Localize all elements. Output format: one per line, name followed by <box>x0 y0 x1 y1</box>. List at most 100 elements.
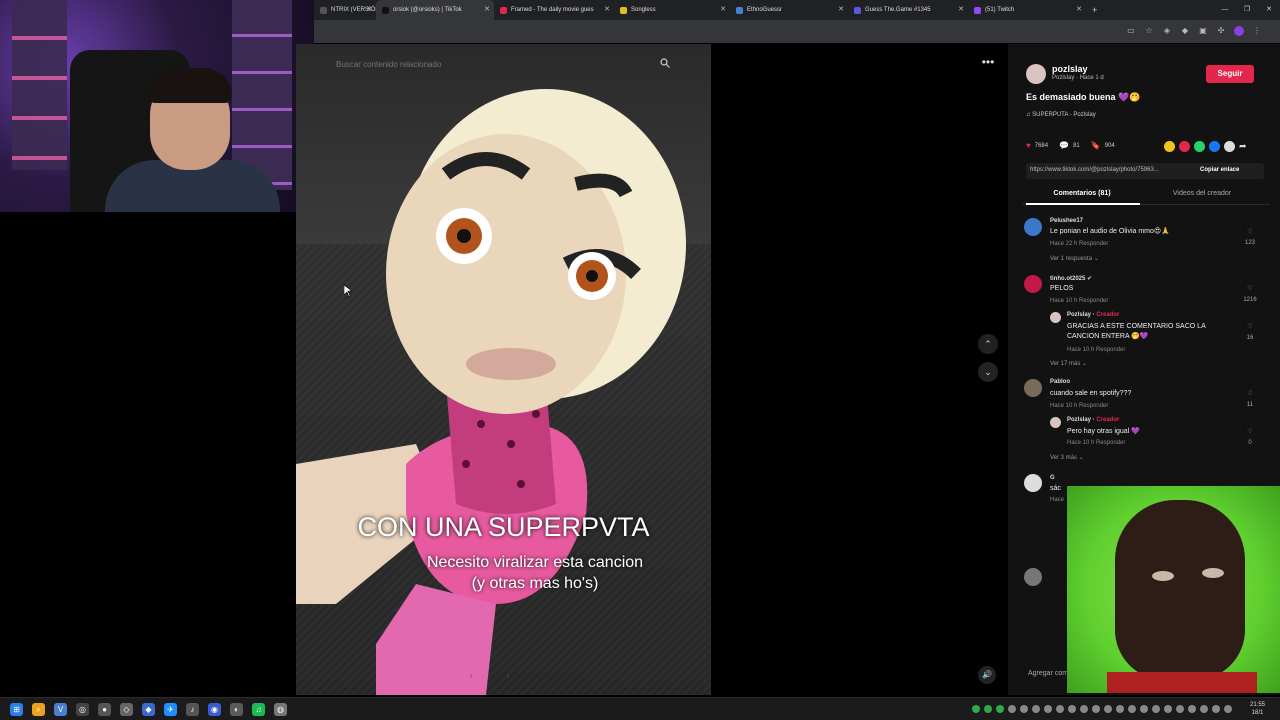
reply-avatar[interactable] <box>1050 312 1061 323</box>
system-tray-icon[interactable] <box>1224 705 1232 713</box>
taskbar-app-icon[interactable]: ◍ <box>274 703 287 716</box>
system-tray-icon[interactable] <box>1116 705 1124 713</box>
system-tray-icon[interactable] <box>1200 705 1208 713</box>
reply-avatar[interactable] <box>1050 417 1061 428</box>
comment-avatar[interactable] <box>1024 379 1042 397</box>
start-menu-icon[interactable]: ⊞ <box>10 703 23 716</box>
taskbar-app-icon[interactable]: ◐ <box>230 703 243 716</box>
extension-icon[interactable]: ◆ <box>1180 26 1190 36</box>
system-tray-icon[interactable] <box>1032 705 1040 713</box>
heart-icon[interactable]: ♡ <box>1242 285 1258 292</box>
extension-icon[interactable]: ◈ <box>1162 26 1172 36</box>
heart-icon[interactable]: ♡ <box>1242 323 1258 330</box>
system-tray-icon[interactable] <box>1080 705 1088 713</box>
system-tray-icon[interactable] <box>1128 705 1136 713</box>
browser-tab[interactable]: orsiok (@orsioks) | TikTok ✕ <box>376 0 494 20</box>
comment-meta[interactable]: Hace 10 h Responder <box>1050 298 1108 304</box>
taskbar-app-icon[interactable]: ♪ <box>186 703 199 716</box>
search-icon[interactable]: ⌕ <box>32 703 45 716</box>
system-tray-icon[interactable] <box>1188 705 1196 713</box>
maximize-icon[interactable]: ❐ <box>1236 0 1258 20</box>
profile-icon[interactable] <box>1234 26 1244 36</box>
related-search-input[interactable] <box>336 54 678 75</box>
new-tab-button[interactable]: + <box>1092 5 1097 15</box>
puzzle-icon[interactable]: ✣ <box>1216 26 1226 36</box>
share-option-icon[interactable] <box>1224 141 1235 152</box>
tab-creator-videos[interactable]: Videos del creador <box>1150 190 1254 197</box>
tab-comments[interactable]: Comentarios (81) <box>1030 190 1134 197</box>
menu-icon[interactable]: ⋮ <box>1252 26 1262 36</box>
share-option-icon[interactable] <box>1194 141 1205 152</box>
close-tab-icon[interactable]: ✕ <box>838 6 844 14</box>
add-comment-input[interactable]: Agregar com <box>1028 670 1068 677</box>
share-option-icon[interactable] <box>1179 141 1190 152</box>
music-label[interactable]: ♫ SUPERPUTA - Pozlslay <box>1026 112 1096 118</box>
follow-button[interactable]: Seguir <box>1206 65 1254 83</box>
close-tab-icon[interactable]: ✕ <box>366 6 372 14</box>
heart-icon[interactable]: ♡ <box>1242 390 1258 397</box>
close-window-icon[interactable]: ✕ <box>1258 0 1280 20</box>
comment-author[interactable]: Pelushee17 <box>1050 218 1083 224</box>
browser-tab[interactable]: (51) Twitch ✕ <box>968 0 1086 20</box>
view-replies-link[interactable]: Ver 1 respuesta ⌄ <box>1050 255 1099 262</box>
browser-tab[interactable]: Songless ✕ <box>614 0 730 20</box>
close-tab-icon[interactable]: ✕ <box>958 6 964 14</box>
system-tray-icon[interactable] <box>1212 705 1220 713</box>
previous-video-button[interactable]: ⌃ <box>978 334 998 354</box>
system-tray-icon[interactable] <box>1092 705 1100 713</box>
volume-icon[interactable]: 🔊 <box>978 666 996 684</box>
share-option-icon[interactable] <box>1209 141 1220 152</box>
heart-icon[interactable]: ♥ <box>1026 141 1031 150</box>
comment-meta[interactable]: Hace <box>1050 497 1064 503</box>
comment-author[interactable]: Pabloo <box>1050 379 1070 385</box>
reply-author[interactable]: Pozlslay · Creador <box>1067 312 1119 318</box>
bookmark-star-icon[interactable]: ☆ <box>1144 26 1154 36</box>
reply-author[interactable]: Pozlslay · Creador <box>1067 417 1119 423</box>
comment-avatar[interactable] <box>1024 218 1042 236</box>
video-player[interactable] <box>296 44 711 695</box>
system-tray-icon[interactable] <box>1044 705 1052 713</box>
comment-meta[interactable]: Hace 10 h Responder <box>1050 403 1108 409</box>
taskbar-app-icon[interactable]: ◆ <box>142 703 155 716</box>
extension-icon[interactable]: ▣ <box>1198 26 1208 36</box>
cast-icon[interactable]: ▭ <box>1126 26 1136 36</box>
comment-avatar[interactable] <box>1024 275 1042 293</box>
minimize-icon[interactable]: — <box>1214 0 1236 20</box>
bookmark-icon[interactable]: 🔖 <box>1091 141 1101 150</box>
next-video-button[interactable]: ⌄ <box>978 362 998 382</box>
taskbar-app-icon[interactable]: ◉ <box>208 703 221 716</box>
view-more-replies-link[interactable]: Ver 3 más ⌄ <box>1050 454 1084 461</box>
taskbar-app-icon[interactable]: ◇ <box>120 703 133 716</box>
system-tray-icon[interactable] <box>1176 705 1184 713</box>
close-tab-icon[interactable]: ✕ <box>604 6 610 14</box>
taskbar-app-icon[interactable]: ◎ <box>76 703 89 716</box>
system-tray-icon[interactable] <box>1008 705 1016 713</box>
system-tray-icon[interactable] <box>1020 705 1028 713</box>
taskbar-app-icon[interactable]: ♫ <box>252 703 265 716</box>
comment-meta[interactable]: Hace 22 h Responder <box>1050 241 1108 247</box>
system-tray-icon[interactable] <box>972 705 980 713</box>
heart-icon[interactable]: ♡ <box>1242 228 1258 235</box>
creator-avatar[interactable] <box>1026 64 1046 84</box>
system-tray-icon[interactable] <box>1140 705 1148 713</box>
reply-meta[interactable]: Hace 10 h Responder <box>1067 440 1125 446</box>
comment-avatar[interactable] <box>1024 474 1042 492</box>
system-tray-icon[interactable] <box>1164 705 1172 713</box>
system-tray-icon[interactable] <box>1152 705 1160 713</box>
taskbar-app-icon[interactable]: V <box>54 703 67 716</box>
more-options-icon[interactable]: ••• <box>978 56 998 72</box>
creator-username[interactable]: pozlslay <box>1052 64 1088 74</box>
carousel-pager[interactable]: ‹ › <box>470 671 526 680</box>
system-tray-icon[interactable] <box>1104 705 1112 713</box>
share-option-icon[interactable] <box>1164 141 1175 152</box>
browser-tab[interactable]: Guess The.Game #1345 ✕ <box>848 0 968 20</box>
system-clock[interactable]: 21:55 18/1 <box>1250 701 1265 717</box>
system-tray-icon[interactable] <box>1056 705 1064 713</box>
close-tab-icon[interactable]: ✕ <box>484 6 490 14</box>
system-tray-icon[interactable] <box>1068 705 1076 713</box>
taskbar-app-icon[interactable]: ✈ <box>164 703 177 716</box>
reply-meta[interactable]: Hace 10 h Responder <box>1067 347 1125 353</box>
post-link-url[interactable]: https://www.tiktok.com/@pozlslay/photo/7… <box>1030 167 1159 173</box>
related-search-bar[interactable] <box>336 54 678 75</box>
heart-icon[interactable]: ♡ <box>1242 428 1258 435</box>
